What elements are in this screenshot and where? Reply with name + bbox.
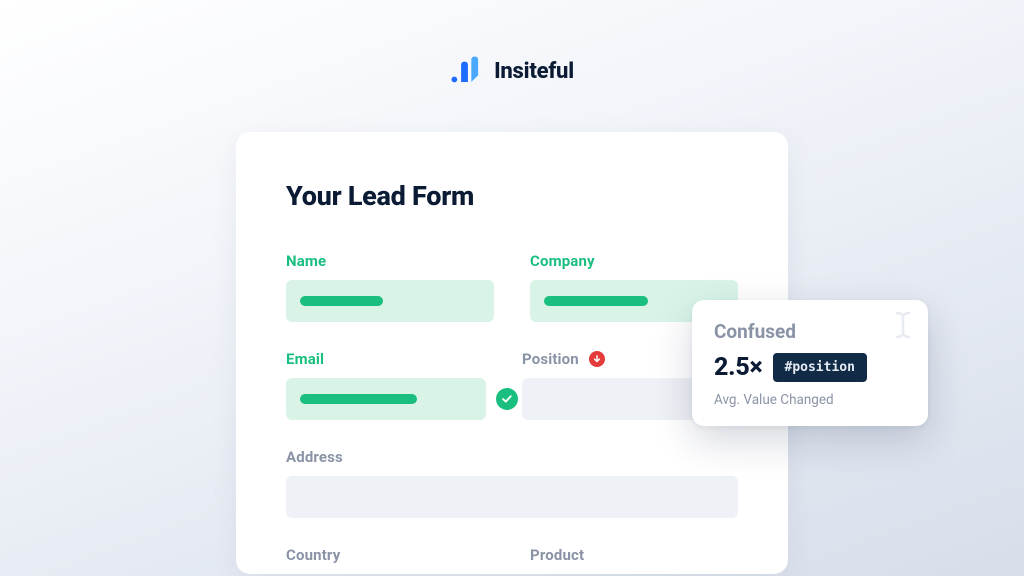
brand-mark-icon (450, 56, 484, 86)
field-address: Address (286, 448, 738, 518)
insight-tooltip: Confused 2.5× #position Avg. Value Chang… (692, 300, 928, 426)
value-bar-icon (544, 296, 648, 306)
insight-metric: 2.5× (714, 353, 763, 382)
field-email: Email (286, 350, 486, 420)
field-label-country: Country (286, 546, 494, 564)
insight-field-tag: #position (773, 353, 867, 382)
checkmark-icon (496, 388, 518, 410)
field-label-name: Name (286, 252, 494, 270)
field-country: Country (286, 546, 494, 574)
field-product: Product (530, 546, 738, 574)
value-bar-icon (300, 394, 417, 404)
field-label-product: Product (530, 546, 738, 564)
input-email[interactable] (286, 378, 486, 420)
field-label-company: Company (530, 252, 738, 270)
field-name: Name (286, 252, 494, 322)
input-name[interactable] (286, 280, 494, 322)
arrow-down-icon (589, 351, 605, 367)
field-label-email: Email (286, 350, 486, 368)
insight-title: Confused (714, 320, 906, 343)
field-label-address: Address (286, 448, 738, 466)
brand-logo: Insiteful (450, 56, 574, 86)
insight-caption: Avg. Value Changed (714, 392, 906, 408)
value-bar-icon (300, 296, 383, 306)
input-address[interactable] (286, 476, 738, 518)
field-label-position-text: Position (522, 350, 579, 368)
brand-name: Insiteful (494, 59, 574, 84)
form-title: Your Lead Form (286, 180, 738, 212)
text-cursor-icon (890, 310, 916, 340)
